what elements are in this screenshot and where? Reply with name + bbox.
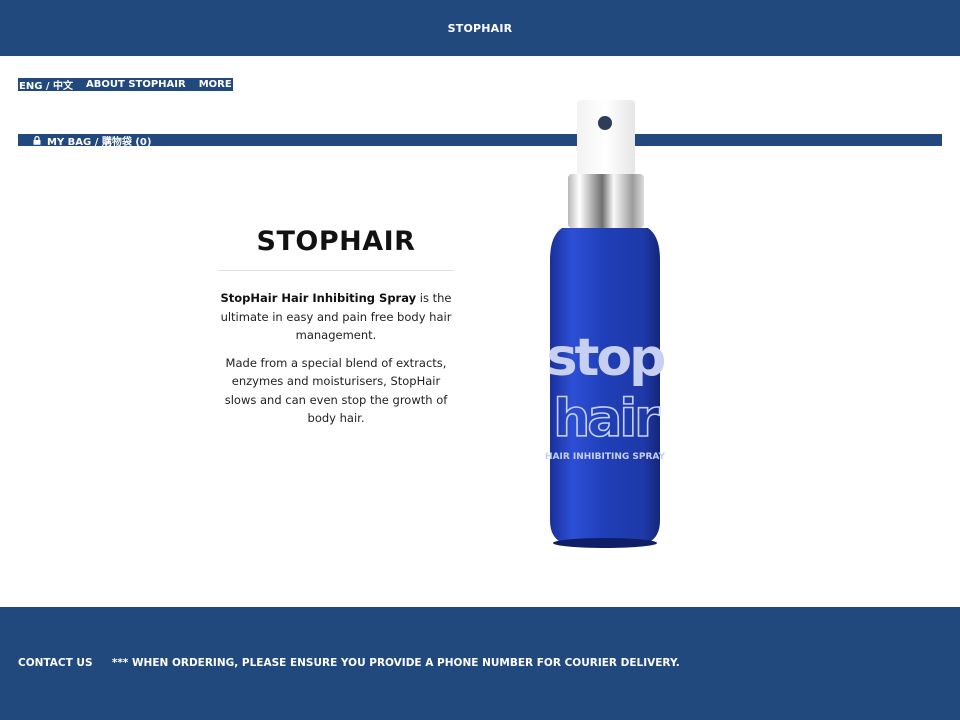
nav-about[interactable]: ABOUT STOPHAIR	[86, 79, 186, 90]
title-divider	[218, 270, 454, 271]
ordering-notice: *** WHEN ORDERING, PLEASE ENSURE YOU PRO…	[111, 657, 680, 669]
site-footer: CONTACT US *** WHEN ORDERING, PLEASE ENS…	[0, 607, 960, 720]
nav-language-switch[interactable]: ENG / 中文	[19, 77, 73, 92]
description-paragraph-2: Made from a special blend of extracts, e…	[224, 355, 448, 426]
bag-bar[interactable]: MY BAG / 購物袋 (0)	[18, 133, 942, 148]
bottle-text-stop: stop	[547, 328, 665, 388]
main-nav: ENG / 中文 ABOUT STOPHAIR MORE	[18, 77, 233, 92]
brand-logo-text[interactable]: STOPHAIR	[448, 22, 513, 35]
bottle-text-hair: hair	[553, 389, 660, 449]
spray-bottle-icon: stop hair HAIR INHIBITING SPRAY	[545, 100, 667, 548]
description-paragraph-1: StopHair Hair Inhibiting Spray is the ul…	[216, 289, 456, 345]
bag-label[interactable]: MY BAG / 購物袋 (0)	[47, 133, 151, 148]
lock-icon	[33, 135, 41, 145]
bottle-text-subtitle: HAIR INHIBITING SPRAY	[545, 452, 666, 462]
product-description: StopHair Hair Inhibiting Spray is the ul…	[216, 289, 456, 437]
product-image: stop hair HAIR INHIBITING SPRAY	[540, 100, 670, 550]
product-title: STOPHAIR	[256, 226, 416, 257]
footer-row: CONTACT US *** WHEN ORDERING, PLEASE ENS…	[18, 657, 680, 669]
contact-us-link[interactable]: CONTACT US	[18, 657, 93, 669]
site-header: STOPHAIR	[0, 0, 960, 56]
nav-more[interactable]: MORE	[199, 79, 232, 90]
product-name-bold: StopHair Hair Inhibiting Spray	[220, 291, 417, 305]
